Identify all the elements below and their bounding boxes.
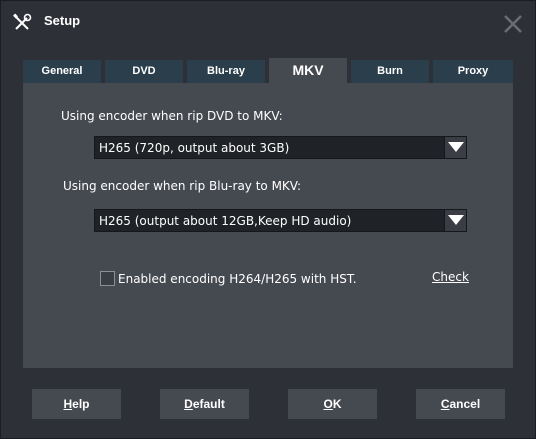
triangle-down-icon[interactable] bbox=[444, 137, 466, 158]
hst-checkbox[interactable] bbox=[100, 271, 115, 286]
ok-button-accel: O bbox=[323, 397, 333, 411]
help-button-label: elp bbox=[72, 397, 90, 411]
dvd-encoder-label: Using encoder when rip DVD to MKV: bbox=[61, 109, 283, 123]
mkv-settings-panel: Using encoder when rip DVD to MKV: H265 … bbox=[23, 83, 513, 368]
bluray-encoder-label: Using encoder when rip Blu-ray to MKV: bbox=[63, 179, 302, 193]
dvd-encoder-select[interactable]: H265 (720p, output about 3GB) bbox=[94, 136, 467, 159]
tab-dvd[interactable]: DVD bbox=[105, 60, 183, 83]
tab-burn[interactable]: Burn bbox=[351, 60, 429, 83]
default-button-label: efault bbox=[192, 397, 225, 411]
triangle-down-icon[interactable] bbox=[444, 210, 466, 231]
tab-proxy[interactable]: Proxy bbox=[433, 60, 513, 83]
tab-blu-ray[interactable]: Blu-ray bbox=[187, 60, 265, 83]
help-button[interactable]: Help bbox=[32, 389, 121, 419]
help-button-accel: H bbox=[63, 397, 73, 411]
default-button[interactable]: Default bbox=[160, 389, 249, 419]
close-icon[interactable] bbox=[502, 13, 524, 35]
ok-button-label: K bbox=[332, 397, 342, 411]
tab-mkv[interactable]: MKV bbox=[269, 58, 347, 83]
setup-window: Setup General DVD Blu-ray MKV Burn Proxy… bbox=[0, 0, 536, 439]
bluray-encoder-select[interactable]: H265 (output about 12GB,Keep HD audio) bbox=[94, 209, 467, 232]
hst-checkbox-label: Enabled encoding H264/H265 with HST. bbox=[118, 272, 357, 286]
tab-general[interactable]: General bbox=[23, 60, 101, 83]
bluray-encoder-value: H265 (output about 12GB,Keep HD audio) bbox=[99, 214, 352, 228]
title-bar: Setup bbox=[1, 1, 535, 45]
default-button-accel: D bbox=[184, 397, 193, 411]
cancel-button-label: ancel bbox=[449, 397, 481, 411]
check-link[interactable]: Check bbox=[432, 270, 469, 284]
window-title: Setup bbox=[44, 13, 81, 28]
dvd-encoder-value: H265 (720p, output about 3GB) bbox=[99, 141, 290, 155]
cancel-button[interactable]: Cancel bbox=[416, 389, 505, 419]
ok-button[interactable]: OK bbox=[288, 389, 377, 419]
tools-icon bbox=[12, 13, 32, 33]
tab-bar: General DVD Blu-ray MKV Burn Proxy bbox=[23, 58, 513, 83]
